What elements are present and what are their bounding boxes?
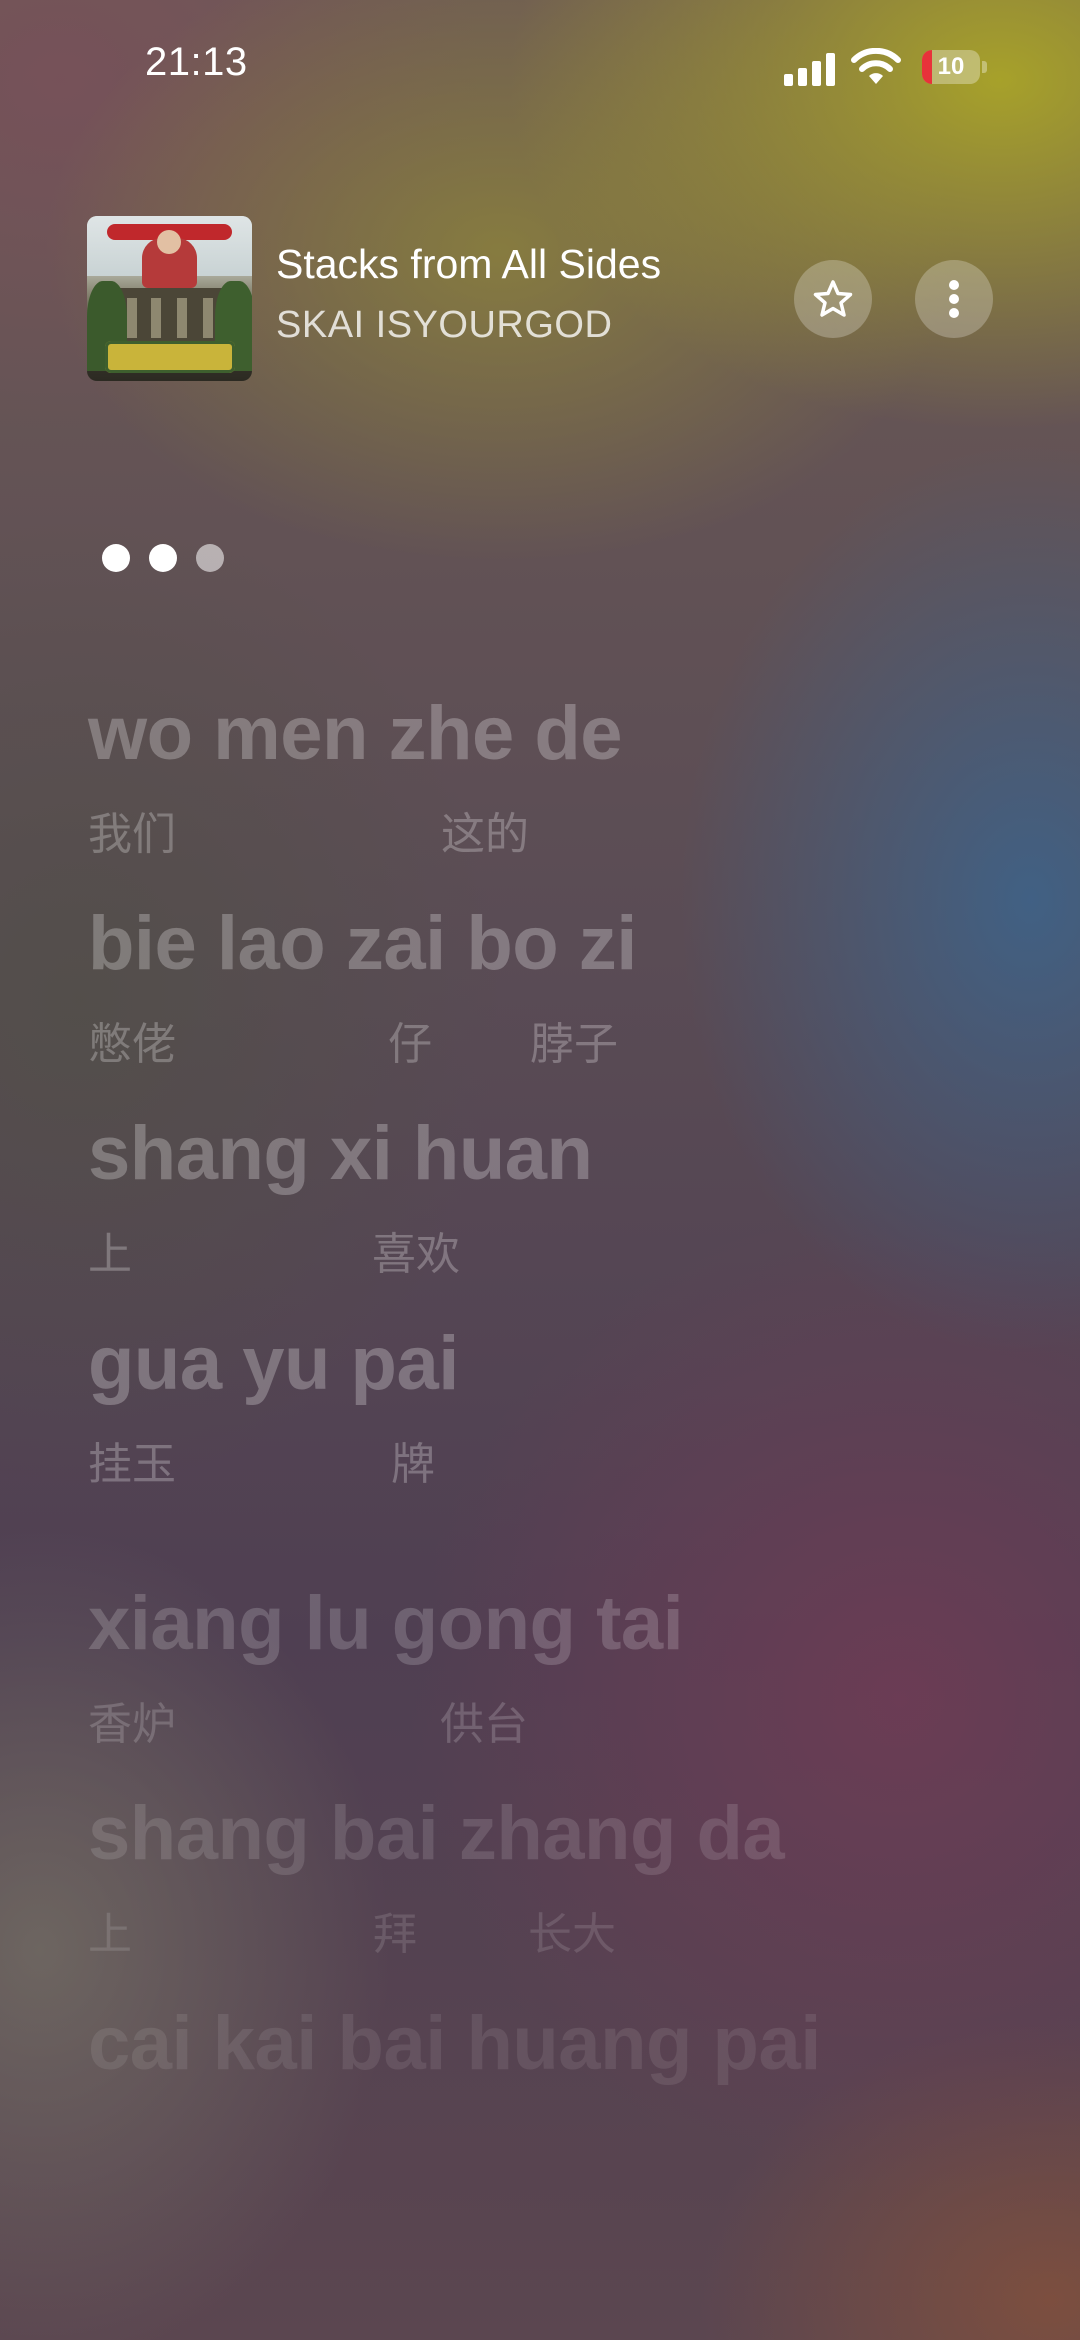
lyric-pinyin: bie lao zai bo zi: [88, 901, 637, 986]
lyric-line[interactable]: shang bai zhang da 上 拜 长大: [88, 1790, 1048, 2000]
lyric-pinyin: gua yu pai: [88, 1321, 459, 1406]
lyric-hanzi: 我们: [88, 809, 176, 860]
interlude-progress-dots: [102, 544, 232, 574]
lyric-hanzi: 拜: [373, 1909, 417, 1960]
more-vertical-icon: [949, 280, 959, 318]
lyric-hanzi: 喜欢: [372, 1229, 460, 1280]
lyric-line[interactable]: shang xi huan 上 喜欢: [88, 1110, 1048, 1320]
star-icon: [813, 280, 853, 317]
lyric-hanzi: 牌: [391, 1439, 435, 1490]
lyric-line[interactable]: xiang lu gong tai 香炉 供台: [88, 1580, 1048, 1790]
lyric-hanzi: 上: [88, 1909, 132, 1960]
more-options-button[interactable]: [915, 260, 993, 338]
battery-level: 10: [937, 53, 965, 80]
progress-dot: [102, 544, 130, 572]
lyric-hanzi: 长大: [528, 1909, 616, 1960]
lyric-hanzi: 憋佬: [88, 1019, 176, 1070]
lyric-line[interactable]: cai kai bai huang pai: [88, 2000, 1048, 2210]
wifi-icon: [851, 48, 901, 84]
status-bar: 21:13 10: [0, 0, 1080, 130]
favorite-button[interactable]: [794, 260, 872, 338]
status-time: 21:13: [145, 40, 248, 84]
lyric-line[interactable]: bie lao zai bo zi 憋佬 仔 脖子: [88, 900, 1048, 1110]
lyric-pinyin: shang bai zhang da: [88, 1791, 785, 1876]
lyric-hanzi: 仔: [388, 1019, 432, 1070]
lyric-hanzi: 供台: [440, 1699, 528, 1750]
lyric-pinyin: xiang lu gong tai: [88, 1581, 684, 1666]
lyrics-panel: wo men zhe de 我们 这的 bie lao zai bo zi 憋佬…: [88, 690, 1048, 2210]
battery-icon: 10: [922, 50, 988, 84]
lyric-hanzi: 香炉: [88, 1699, 176, 1750]
progress-dot: [196, 544, 224, 572]
album-artwork[interactable]: [87, 216, 252, 381]
song-title[interactable]: Stacks from All Sides: [276, 241, 661, 288]
lyric-pinyin: shang xi huan: [88, 1111, 593, 1196]
lyric-line[interactable]: gua yu pai 挂玉 牌: [88, 1320, 1048, 1580]
progress-dot: [149, 544, 177, 572]
lyric-pinyin: cai kai bai huang pai: [88, 2001, 821, 2086]
lyric-line[interactable]: wo men zhe de 我们 这的: [88, 690, 1048, 900]
lyric-hanzi: 上: [88, 1229, 132, 1280]
lyric-pinyin: wo men zhe de: [88, 691, 623, 776]
lyric-hanzi: 挂玉: [88, 1439, 176, 1490]
lyric-hanzi: 这的: [441, 809, 529, 860]
lyric-hanzi: 脖子: [530, 1019, 618, 1070]
artist-name[interactable]: SKAI ISYOURGOD: [276, 304, 612, 347]
signal-icon: [784, 52, 838, 86]
